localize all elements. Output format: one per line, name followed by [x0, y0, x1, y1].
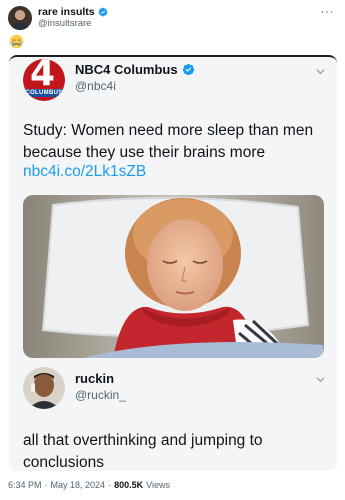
quoted-tweet-text: Study: Women need more sleep than men be… [23, 122, 314, 161]
sleeping-woman-photo[interactable] [23, 195, 324, 358]
chevron-down-icon[interactable] [316, 375, 325, 384]
crying-face-emoji-icon [9, 34, 24, 49]
views-label: Views [146, 480, 170, 490]
author-name[interactable]: rare insults [38, 6, 95, 18]
reply-text: all that overthinking and jumping to con… [23, 432, 263, 471]
reply-author-name[interactable]: ruckin [75, 371, 114, 386]
more-options-icon[interactable]: ··· [321, 4, 335, 18]
person-avatar-icon [23, 367, 65, 409]
separator-dot: · [44, 480, 48, 490]
quoted-author-row: NBC4 Columbus [75, 62, 195, 77]
logo-number: 4 [30, 59, 56, 94]
verified-badge-icon [98, 7, 107, 17]
chevron-down-icon[interactable] [316, 67, 325, 76]
author-handle[interactable]: @insultsrare [38, 18, 91, 29]
author-row: rare insults [38, 6, 108, 18]
verified-badge-icon [182, 63, 194, 76]
quoted-author-name[interactable]: NBC4 Columbus [75, 62, 178, 77]
tweet-meta-footer: 6:34 PM · May 18, 2024 · 800.5K Views [8, 480, 170, 490]
quoted-tweet-card[interactable]: 4 COLUMBUS NBC4 Columbus @nbc4i Study: W… [9, 55, 337, 471]
quoted-tweet-link[interactable]: nbc4i.co/2Lk1sZB [23, 163, 146, 181]
tweet-time[interactable]: 6:34 PM [8, 480, 42, 490]
outer-tweet-header: rare insults @insultsrare ··· [8, 4, 338, 30]
nbc4-logo-avatar[interactable]: 4 COLUMBUS [23, 59, 65, 101]
reply-author-handle[interactable]: @ruckin_ [75, 388, 126, 402]
separator-dot: · [108, 480, 112, 490]
avatar[interactable] [23, 367, 65, 409]
avatar[interactable] [8, 6, 32, 30]
tweet-date[interactable]: May 18, 2024 [51, 480, 106, 490]
logo-band-text: COLUMBUS [25, 90, 63, 96]
quoted-author-handle[interactable]: @nbc4i [75, 79, 116, 93]
views-count[interactable]: 800.5K [114, 480, 143, 490]
